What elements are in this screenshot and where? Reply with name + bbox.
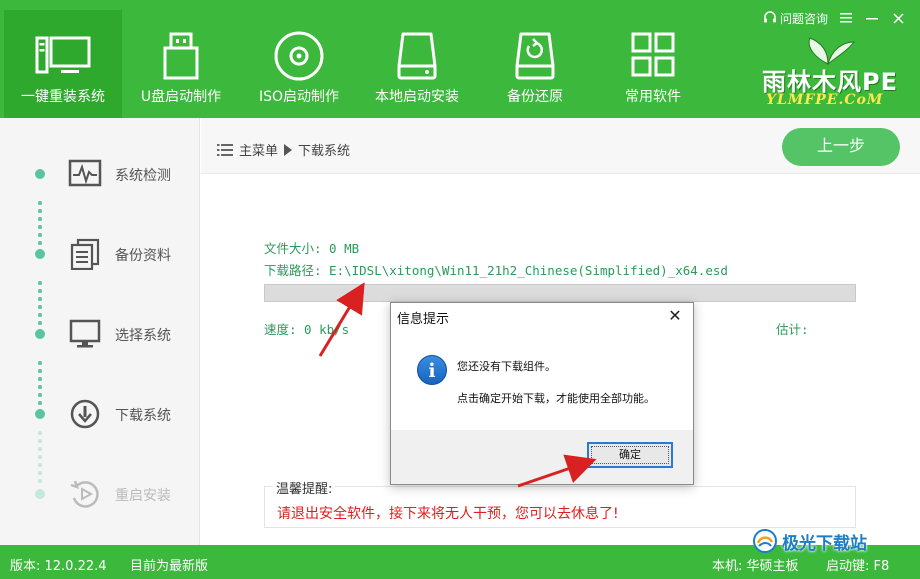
top-nav-bar: 一键重装系统 U盘启动制作 ISO启动制作 本地启动安装 备份还原 常用软件 问… <box>0 0 920 118</box>
ok-label: 确定 <box>619 448 641 461</box>
info-icon: i <box>417 355 447 385</box>
download-path-text: 下载路径: E:\IDSL\xitong\Win11_21h2_Chinese(… <box>264 263 728 278</box>
breadcrumb-arrow-icon <box>284 143 293 156</box>
estimate-text: 估计: <box>776 322 809 337</box>
nav-label: 一键重装系统 <box>21 89 105 105</box>
dialog-message: 您还没有下载组件。 <box>457 360 556 373</box>
hotkey-text: 启动键: F8 <box>826 559 890 574</box>
breadcrumb: 主菜单 下载系统 <box>217 140 350 159</box>
step-label: 重启安装 <box>115 488 171 504</box>
steps-sidebar: 系统检测 备份资料 选择系统 下载系统 重启安装 <box>0 118 200 545</box>
aurora-logo-icon <box>753 529 777 553</box>
watermark: 极光下载站 <box>752 528 867 554</box>
hamburger-icon <box>840 13 852 23</box>
tips-text: 请退出安全软件，接下来将无人干预，您可以去休息了! <box>277 506 619 522</box>
download-circle-icon <box>70 399 100 429</box>
dialog-title: 信息提示 <box>397 312 450 327</box>
headset-icon <box>763 11 776 23</box>
nav-usb-boot[interactable]: U盘启动制作 <box>122 10 240 118</box>
nav-label: ISO启动制作 <box>258 89 340 105</box>
file-size-text: 文件大小: 0 MB <box>264 241 360 256</box>
nav-one-click-reinstall[interactable]: 一键重装系统 <box>4 10 122 118</box>
watermark-text: 极光下载站 <box>782 533 867 554</box>
window-controls: 问题咨询 <box>763 8 906 28</box>
list-menu-icon <box>217 143 233 156</box>
monitor-icon <box>69 319 101 348</box>
nav-label: 本地启动安装 <box>375 89 459 105</box>
step-system-check: 系统检测 <box>0 154 200 194</box>
update-status-text: 目前为最新版 <box>130 559 209 574</box>
step-select-system: 选择系统 <box>0 314 200 354</box>
step-dot <box>35 489 45 499</box>
nav-label: U盘启动制作 <box>140 89 222 105</box>
step-dot <box>35 409 45 419</box>
step-dot <box>35 169 45 179</box>
tips-box: 温馨提醒: 请退出安全软件，接下来将无人干预，您可以去休息了! <box>264 478 856 528</box>
help-label: 问题咨询 <box>779 11 828 26</box>
nav-local-boot[interactable]: 本地启动安装 <box>358 10 476 118</box>
minimize-icon <box>866 18 878 20</box>
step-label: 选择系统 <box>115 328 171 344</box>
nav-iso-boot[interactable]: ISO启动制作 <box>240 10 358 118</box>
machine-text: 本机: 华硕主板 <box>712 559 799 574</box>
info-dialog: 信息提示 ✕ i 您还没有下载组件。 点击确定开始下载，才能使用全部功能。 确定 <box>390 302 694 485</box>
step-download-system: 下载系统 <box>0 394 200 434</box>
monitor-pc-icon <box>35 36 91 74</box>
apps-grid-icon <box>631 32 675 77</box>
nav-label: 备份还原 <box>507 89 563 105</box>
breadcrumb-bar: 主菜单 下载系统 上一步 <box>201 118 920 174</box>
usb-drive-icon <box>163 32 199 80</box>
nav-common-software[interactable]: 常用软件 <box>594 10 712 118</box>
breadcrumb-current: 下载系统 <box>298 144 351 159</box>
dialog-footer: 确定 <box>391 430 693 484</box>
pulse-monitor-icon <box>68 159 102 187</box>
ok-button[interactable]: 确定 <box>587 442 673 468</box>
help-link[interactable]: 问题咨询 <box>763 10 828 27</box>
step-dot <box>35 249 45 259</box>
brand-logo: 雨林木风PE YLMFPE.CoM <box>758 36 908 112</box>
step-label: 备份资料 <box>115 248 171 264</box>
dialog-message: 点击确定开始下载，才能使用全部功能。 <box>457 392 655 405</box>
step-restart-install: 重启安装 <box>0 474 200 514</box>
dialog-close-button[interactable]: ✕ <box>665 306 685 326</box>
close-window-button[interactable] <box>890 10 906 26</box>
step-label: 系统检测 <box>115 168 171 184</box>
close-icon <box>892 12 904 24</box>
document-copy-icon <box>70 238 100 270</box>
backup-drive-icon <box>515 32 555 80</box>
step-backup-data: 备份资料 <box>0 234 200 274</box>
step-dot <box>35 329 45 339</box>
nav-backup-restore[interactable]: 备份还原 <box>476 10 594 118</box>
menu-button[interactable] <box>838 10 854 26</box>
restart-icon <box>70 480 99 508</box>
brand-url: YLMFPE.CoM <box>766 92 884 108</box>
breadcrumb-home[interactable]: 主菜单 <box>239 140 278 159</box>
hard-drive-icon <box>397 32 437 80</box>
version-text: 版本: 12.0.22.4 <box>10 559 107 574</box>
previous-step-button[interactable]: 上一步 <box>782 128 900 166</box>
tips-title: 温馨提醒: <box>273 478 336 497</box>
download-speed-text: 速度: 0 kb/s <box>264 322 350 337</box>
step-label: 下载系统 <box>115 408 171 424</box>
minimize-button[interactable] <box>864 10 880 26</box>
nav-label: 常用软件 <box>625 89 681 105</box>
download-progress-bar <box>264 284 856 302</box>
disc-icon <box>274 31 324 81</box>
